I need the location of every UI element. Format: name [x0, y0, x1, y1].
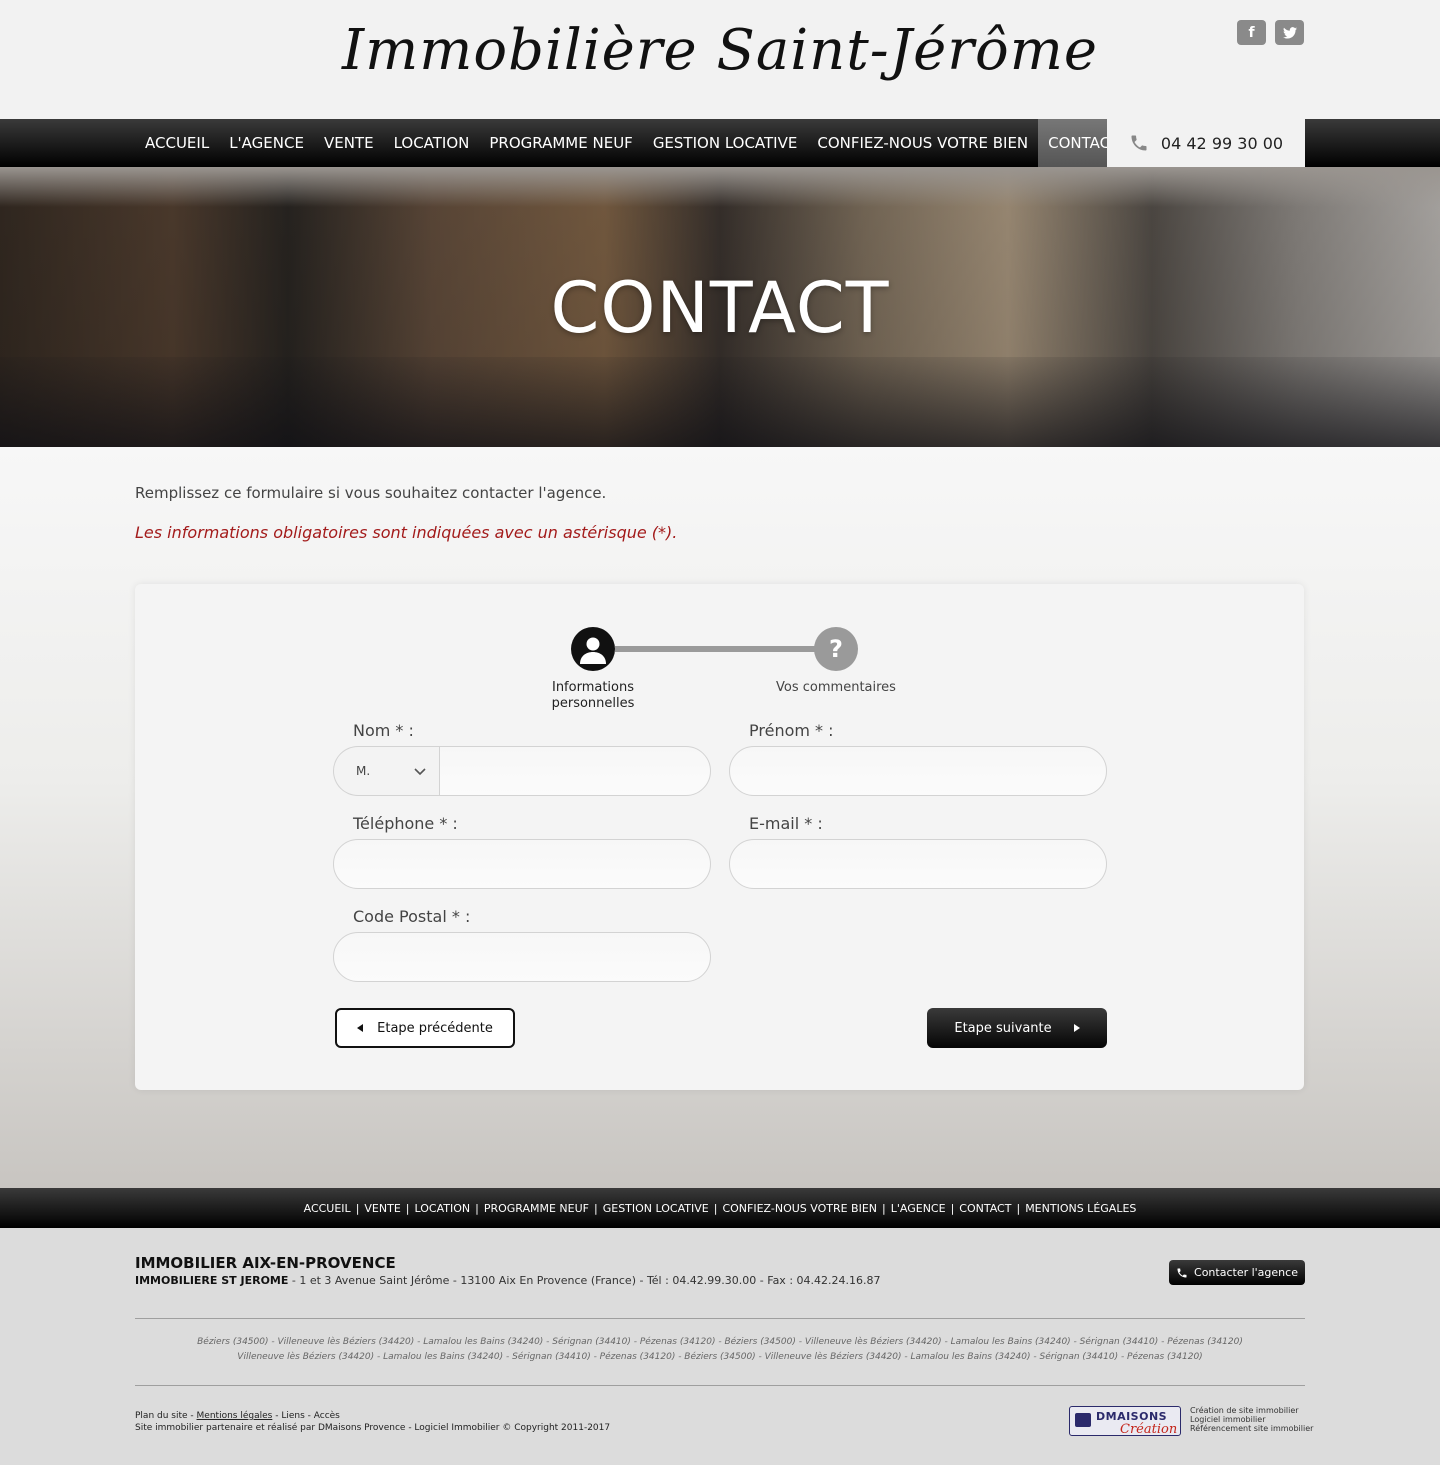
nav-item-programme-neuf[interactable]: PROGRAMME NEUF — [479, 119, 642, 167]
page-title: CONTACT — [550, 267, 890, 349]
step-2-label: Vos commentaires — [776, 680, 896, 695]
question-icon: ? — [814, 627, 858, 671]
link-mentions-legales[interactable]: Mentions légales — [197, 1411, 273, 1421]
footer-link-location[interactable]: LOCATION — [415, 1202, 471, 1215]
nom-input[interactable] — [439, 746, 711, 796]
user-icon — [580, 637, 606, 664]
dmaisons-logo[interactable]: DMAISONS Création — [1069, 1406, 1181, 1437]
nom-label: Nom * : — [353, 721, 414, 740]
prenom-label: Prénom * : — [749, 721, 834, 740]
site-logo[interactable]: Immobilière Saint-Jérôme — [0, 18, 1440, 83]
dmaisons-sub: Création — [1120, 1422, 1178, 1437]
house-icon — [1075, 1413, 1091, 1427]
footer-link-confiez-nous[interactable]: CONFIEZ-NOUS VOTRE BIEN — [722, 1202, 877, 1215]
civilite-select[interactable]: M. — [333, 746, 439, 796]
code-postal-label: Code Postal * : — [353, 907, 471, 926]
footer-sep: | — [355, 1201, 360, 1215]
footer-link-programme-neuf[interactable]: PROGRAMME NEUF — [484, 1202, 589, 1215]
cities-line-2: Villeneuve lès Béziers (34420) - Lamalou… — [237, 1352, 1203, 1362]
footer-link-mentions[interactable]: MENTIONS LÉGALES — [1025, 1202, 1136, 1215]
footer-link-gestion-locative[interactable]: GESTION LOCATIVE — [603, 1202, 709, 1215]
dm-tag[interactable]: Création de site immobilier — [1190, 1406, 1313, 1415]
phone-number: 04 42 99 30 00 — [1160, 133, 1284, 153]
telephone-input[interactable] — [333, 839, 711, 889]
footer-link-contact[interactable]: CONTACT — [959, 1202, 1011, 1215]
prev-step-label: Etape précédente — [377, 1020, 493, 1036]
nav-item-location[interactable]: LOCATION — [384, 119, 480, 167]
footer-sep: | — [1016, 1201, 1021, 1215]
dm-tag[interactable]: Référencement site immobilier — [1190, 1424, 1313, 1433]
caret-left-icon — [357, 1024, 364, 1032]
telephone-label: Téléphone * : — [353, 814, 458, 833]
step-1-circle — [571, 627, 615, 671]
prev-step-button[interactable]: Etape précédente — [335, 1008, 515, 1048]
contact-agency-label: Contacter l'agence — [1194, 1266, 1298, 1279]
copyright: Site immobilier partenaire et réalisé pa… — [135, 1423, 611, 1433]
footer-sep: | — [950, 1201, 955, 1215]
contact-agency-button[interactable]: Contacter l'agence — [1169, 1260, 1305, 1285]
link-sep: - — [272, 1411, 282, 1421]
nav-item-agence[interactable]: L'AGENCE — [219, 119, 314, 167]
nav-items: ACCUEIL L'AGENCE VENTE LOCATION PROGRAMM… — [135, 119, 1130, 167]
civilite-value: M. — [356, 764, 371, 778]
code-postal-input[interactable] — [333, 932, 711, 982]
email-input[interactable] — [729, 839, 1107, 889]
contact-form-card: ? Informations personnelles Vos commenta… — [135, 584, 1304, 1090]
footer-sep: | — [882, 1201, 886, 1215]
twitter-icon[interactable] — [1275, 20, 1304, 45]
footer-sep: | — [594, 1201, 598, 1215]
divider — [135, 1318, 1305, 1319]
nav-item-confiez-nous[interactable]: CONFIEZ-NOUS VOTRE BIEN — [807, 119, 1038, 167]
footer-sep: | — [405, 1201, 410, 1215]
dmaisons-tags: Création de site immobilier Logiciel imm… — [1190, 1406, 1313, 1433]
facebook-icon[interactable]: f — [1237, 20, 1266, 45]
link-sep: - — [304, 1411, 314, 1421]
link-acces[interactable]: Accès — [314, 1411, 340, 1421]
divider — [135, 1385, 1305, 1386]
footer-address: IMMOBILIERE ST JEROME - 1 et 3 Avenue Sa… — [135, 1274, 881, 1287]
agency-name: IMMOBILIERE ST JEROME — [135, 1274, 289, 1287]
nav-item-accueil[interactable]: ACCUEIL — [135, 119, 219, 167]
phone-icon — [1131, 135, 1147, 151]
next-step-button[interactable]: Etape suivante — [927, 1008, 1107, 1048]
required-note: Les informations obligatoires sont indiq… — [135, 523, 678, 542]
site-header: Immobilière Saint-Jérôme f — [0, 0, 1440, 119]
footer-link-vente[interactable]: VENTE — [364, 1202, 400, 1215]
email-label: E-mail * : — [749, 814, 823, 833]
footer-title: IMMOBILIER AIX-EN-PROVENCE — [135, 1254, 396, 1272]
link-plan-du-site[interactable]: Plan du site — [135, 1411, 188, 1421]
next-step-label: Etape suivante — [954, 1020, 1052, 1036]
agency-address: - 1 et 3 Avenue Saint Jérôme - 13100 Aix… — [288, 1274, 881, 1287]
footer-sep: | — [475, 1201, 479, 1215]
main-content: Remplissez ce formulaire si vous souhait… — [0, 447, 1440, 1188]
intro-text: Remplissez ce formulaire si vous souhait… — [135, 484, 607, 502]
nav-item-gestion-locative[interactable]: GESTION LOCATIVE — [643, 119, 808, 167]
step-progress-line — [615, 646, 835, 652]
site-footer: IMMOBILIER AIX-EN-PROVENCE IMMOBILIERE S… — [0, 1228, 1440, 1465]
phone-icon — [1177, 1268, 1187, 1277]
phone-box[interactable]: 04 42 99 30 00 — [1107, 119, 1305, 167]
caret-right-icon — [1073, 1024, 1080, 1032]
footer-link-agence[interactable]: L'AGENCE — [891, 1202, 946, 1215]
nav-item-vente[interactable]: VENTE — [314, 119, 384, 167]
footer-links: Plan du site - Mentions légales - Liens … — [135, 1411, 340, 1421]
step-1-label: Informations personnelles — [551, 680, 635, 711]
footer-link-accueil[interactable]: ACCUEIL — [304, 1202, 351, 1215]
link-sep: - — [187, 1411, 197, 1421]
footer-sep: | — [713, 1201, 718, 1215]
cities-line-1: Béziers (34500) - Villeneuve lès Béziers… — [197, 1337, 1243, 1347]
chevron-down-icon — [414, 768, 426, 776]
hero-sky — [0, 167, 1440, 207]
hero-banner: CONTACT — [0, 167, 1440, 447]
link-liens[interactable]: Liens — [281, 1411, 304, 1421]
footer-nav: ACCUEIL | VENTE | LOCATION | PROGRAMME NEUF… — [0, 1188, 1440, 1228]
prenom-input[interactable] — [729, 746, 1107, 796]
dm-tag[interactable]: Logiciel immobilier — [1190, 1415, 1313, 1424]
hero-water — [0, 357, 1440, 447]
